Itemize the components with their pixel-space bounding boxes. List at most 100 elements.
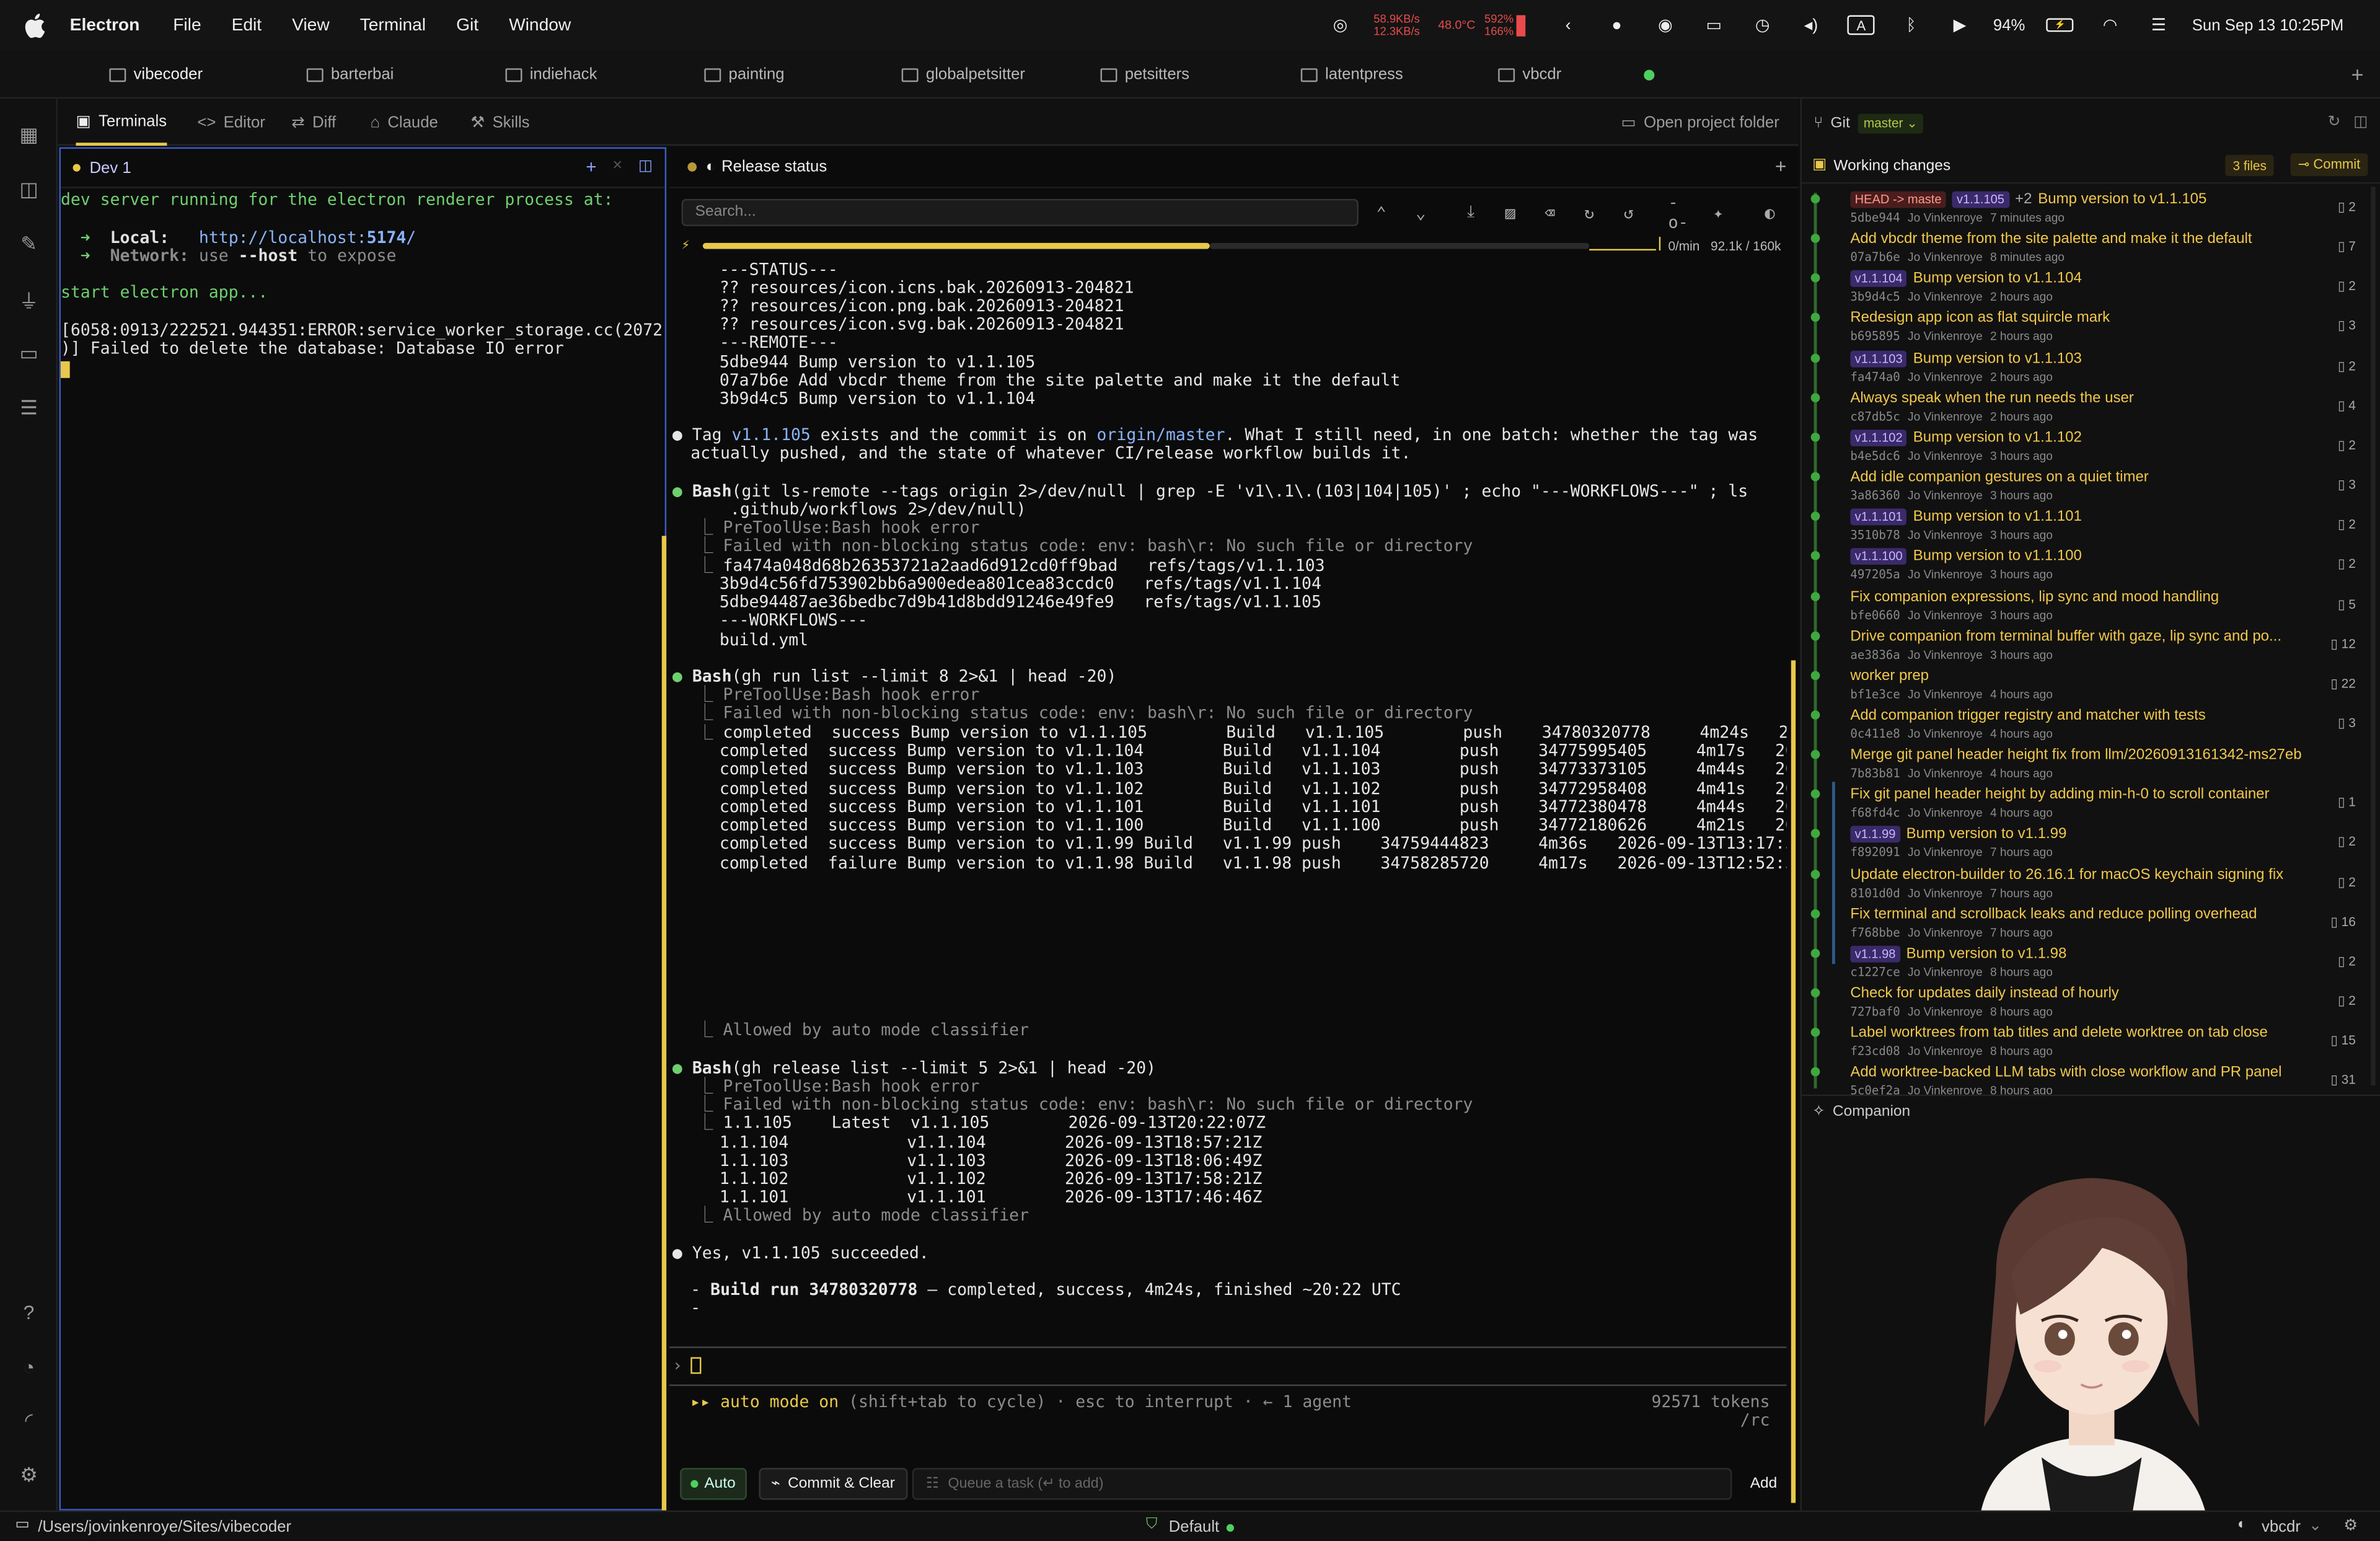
menu-view[interactable]: View xyxy=(292,16,330,34)
commit-item[interactable]: worker prep bf1e3ce Jo Vinkenroye 4 hours a… xyxy=(1850,666,2336,703)
commit-clear-button[interactable]: ⌁ Commit & Clear xyxy=(759,1468,907,1500)
project-tab-petsitters[interactable]: petsitters xyxy=(1100,50,1189,99)
menu-file[interactable]: File xyxy=(173,16,201,34)
airdrop-icon[interactable]: ◎ xyxy=(1328,14,1352,35)
companion-avatar[interactable] xyxy=(1950,1169,2233,1512)
menu-git[interactable]: Git xyxy=(456,16,478,34)
commit-item[interactable]: Add idle companion gestures on a quiet t… xyxy=(1850,467,2336,504)
open-project-folder-button[interactable]: ▭ Open project folder xyxy=(1621,99,1779,146)
timemachine-icon[interactable]: ◷ xyxy=(1750,14,1774,35)
project-tab-vibecoder[interactable]: vibecoder xyxy=(109,50,203,99)
add-terminal-icon[interactable]: + xyxy=(586,156,596,177)
chevron-up-icon[interactable]: ⌃ xyxy=(1370,202,1391,223)
project-path[interactable]: /Users/jovinkenroye/Sites/vibecoder xyxy=(38,1518,291,1536)
download-icon[interactable]: ⤓ xyxy=(1460,202,1481,223)
battery-icon[interactable]: ⚡ xyxy=(2046,18,2074,32)
terminal-icon[interactable]: ▭ xyxy=(17,342,41,366)
volume-icon[interactable]: ◂) xyxy=(1799,14,1823,35)
trash-icon[interactable]: ⌫ xyxy=(1539,202,1560,223)
commit-item[interactable]: Fix companion expressions, lip sync and … xyxy=(1850,587,2336,624)
chart-icon[interactable]: ◔ xyxy=(17,1354,41,1379)
claude-tab-title[interactable]: Release status xyxy=(721,158,827,176)
commit-item[interactable]: HEAD -> maste v1.1.105 +2 Bump version to v… xyxy=(1850,190,2336,226)
terminal-pane[interactable]: Dev 1 + × ◫ dev server running for the e… xyxy=(59,147,667,1511)
profile-name[interactable]: Default xyxy=(1169,1518,1220,1536)
commit-item[interactable]: v1.1.102 Bump version to v1.1.102 b4e5dc6 J… xyxy=(1850,428,2336,464)
commit-item[interactable]: Redesign app icon as flat squircle mark b… xyxy=(1850,309,2336,345)
wand-icon[interactable]: ✎ xyxy=(17,232,41,257)
project-tab-barterbai[interactable]: barterbai xyxy=(306,50,394,99)
commit-item[interactable]: Always speak when the run needs the user… xyxy=(1850,388,2336,425)
datetime[interactable]: Sun Sep 13 10:25PM xyxy=(2192,16,2343,34)
commit-item[interactable]: Check for updates daily instead of hourl… xyxy=(1850,984,2336,1020)
control-center-icon[interactable]: ☰ xyxy=(2146,14,2171,35)
chevron-left-icon[interactable]: ‹ xyxy=(1556,14,1580,35)
robot-icon[interactable]: ◫ xyxy=(17,178,41,202)
wechat-icon[interactable]: ◉ xyxy=(1653,14,1677,35)
terminal-scrollbar[interactable] xyxy=(661,536,667,1511)
commit-item[interactable]: Drive companion from terminal buffer wit… xyxy=(1850,627,2336,663)
gear-icon[interactable]: ⚙ xyxy=(17,1464,41,1488)
car-icon[interactable]: ▭ xyxy=(1702,14,1726,35)
input-mode-icon[interactable]: A xyxy=(1847,15,1875,35)
menu-window[interactable]: Window xyxy=(509,16,571,34)
history-icon[interactable]: ↺ xyxy=(1618,202,1639,223)
prompt-input[interactable]: › xyxy=(669,1356,1786,1377)
menu-terminal[interactable]: Terminal xyxy=(360,16,426,34)
commit-item[interactable]: v1.1.101 Bump version to v1.1.101 3510b78 J… xyxy=(1850,507,2336,544)
commit-item[interactable]: Merge git panel header height fix from l… xyxy=(1850,746,2336,782)
commit-item[interactable]: v1.1.104 Bump version to v1.1.104 3b9d4c5 J… xyxy=(1850,269,2336,306)
project-tab-globalpetsitter[interactable]: globalpetsitter xyxy=(901,50,1025,99)
add-project-icon[interactable]: + xyxy=(2351,62,2364,86)
commit-item[interactable]: Label worktrees from tab titles and dele… xyxy=(1850,1023,2336,1060)
project-tab-indiehack[interactable]: indiehack xyxy=(505,50,597,99)
branch-selector[interactable]: master ⌄ xyxy=(1858,113,1924,134)
commit-item[interactable]: Add companion trigger registry and match… xyxy=(1850,706,2336,743)
commit-button[interactable]: ⊸ Commit xyxy=(2290,153,2368,177)
image-icon[interactable]: ▨ xyxy=(1500,202,1521,223)
help-icon[interactable]: ? xyxy=(17,1299,41,1323)
tab-editor[interactable]: <> Editor xyxy=(197,99,265,146)
commit-item[interactable]: Add vbcdr theme from the site palette an… xyxy=(1850,229,2336,266)
project-tab-latentpress[interactable]: latentpress xyxy=(1300,50,1403,99)
footer-project[interactable]: vbcdr xyxy=(2262,1518,2301,1536)
app-menu[interactable]: Electron xyxy=(70,16,140,34)
wifi-icon[interactable]: ◠ xyxy=(2098,14,2122,35)
commit-item[interactable]: Update electron-builder to 26.16.1 for m… xyxy=(1850,865,2336,901)
git-scrollbar[interactable] xyxy=(2371,187,2376,1086)
tab-terminals[interactable]: ▣ Terminals xyxy=(76,99,167,146)
plug-icon[interactable]: ⏚ xyxy=(17,287,41,312)
refresh-icon[interactable]: ↻ xyxy=(2328,114,2341,131)
tab-claude[interactable]: ⌂ Claude xyxy=(371,99,438,146)
refresh-icon[interactable]: ↻ xyxy=(1579,202,1600,223)
play-icon[interactable]: ▶ xyxy=(1947,14,1972,35)
terminal-tab-title[interactable]: Dev 1 xyxy=(89,159,131,177)
project-tab-painting[interactable]: painting xyxy=(704,50,785,99)
tab-diff[interactable]: ⇄ Diff xyxy=(291,99,336,146)
add-session-icon[interactable]: + xyxy=(1775,155,1787,178)
commit-icon[interactable]: -o- xyxy=(1668,193,1689,232)
commit-item[interactable]: Fix git panel header height by adding mi… xyxy=(1850,785,2336,822)
commit-item[interactable]: v1.1.98 Bump version to v1.1.98 c1227ce Jo … xyxy=(1850,944,2336,981)
apple-icon[interactable] xyxy=(24,12,45,38)
split-icon[interactable]: ◫ xyxy=(638,158,653,175)
commit-item[interactable]: Fix terminal and scrollback leaks and re… xyxy=(1850,904,2336,941)
add-task-button[interactable]: Add xyxy=(1741,1468,1786,1499)
palette-icon[interactable]: ◐ xyxy=(1759,202,1780,223)
queue-input[interactable]: ☷ Queue a task (↵ to add) xyxy=(912,1468,1732,1500)
gear-icon[interactable]: ⚙ xyxy=(2343,1517,2358,1535)
working-changes-row[interactable]: ▣ Working changes 3 files ⊸ Commit xyxy=(1801,149,2380,184)
dashboard-icon[interactable]: ▦ xyxy=(17,123,41,147)
commit-item[interactable]: v1.1.103 Bump version to v1.1.103 fa474a0 J… xyxy=(1850,348,2336,385)
notification-icon[interactable]: ● xyxy=(1605,14,1629,35)
panel-toggle-icon[interactable]: ◫ xyxy=(2353,114,2368,131)
bluetooth-icon[interactable]: ᛒ xyxy=(1899,14,1923,35)
claude-scrollbar[interactable] xyxy=(1791,660,1796,1503)
local-url[interactable]: http://localhost: xyxy=(199,227,367,247)
auto-button[interactable]: Auto xyxy=(680,1468,746,1500)
project-tab-vbcdr[interactable]: vbcdr xyxy=(1498,50,1561,99)
chevron-down-icon[interactable]: ⌄ xyxy=(1410,202,1431,223)
search-input[interactable]: Search... xyxy=(681,198,1359,226)
commit-item[interactable]: v1.1.99 Bump version to v1.1.99 f892091 Jo … xyxy=(1850,825,2336,862)
tab-skills[interactable]: ⚒ Skills xyxy=(470,99,529,146)
